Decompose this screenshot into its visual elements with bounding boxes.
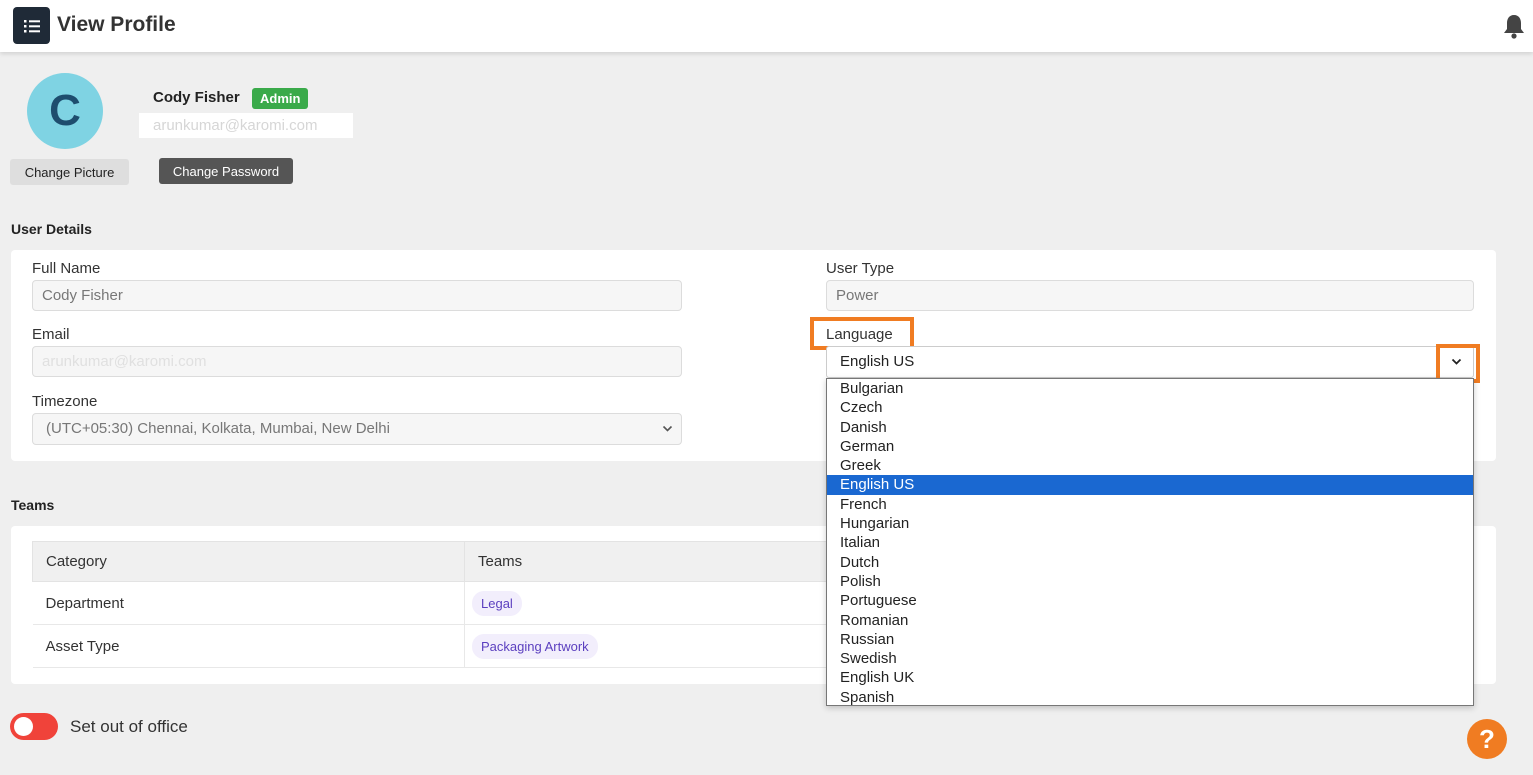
- teams-table: Category Teams Department Legal Asset Ty…: [32, 541, 832, 668]
- language-option[interactable]: Romanian: [827, 611, 1473, 630]
- help-button[interactable]: ?: [1467, 719, 1507, 759]
- language-option-selected[interactable]: English US: [827, 475, 1473, 495]
- user-details-title: User Details: [11, 221, 92, 237]
- category-cell: Asset Type: [32, 624, 465, 668]
- email-field[interactable]: arunkumar@karomi.com: [32, 346, 682, 377]
- language-option[interactable]: Italian: [827, 533, 1473, 552]
- language-select[interactable]: English US: [826, 346, 1474, 378]
- language-option[interactable]: Swedish: [827, 649, 1473, 668]
- top-bar: View Profile: [0, 0, 1533, 52]
- timezone-label: Timezone: [32, 393, 98, 410]
- language-option[interactable]: Portuguese: [827, 591, 1473, 610]
- language-option[interactable]: Greek: [827, 456, 1473, 475]
- role-badge: Admin: [252, 88, 309, 109]
- teams-title: Teams: [11, 497, 55, 513]
- table-row: Asset Type Packaging Artwork: [32, 624, 832, 668]
- user-type-label: User Type: [826, 260, 895, 277]
- menu-button[interactable]: [13, 7, 50, 44]
- out-of-office-label: Set out of office: [70, 717, 188, 736]
- user-type-field[interactable]: Power: [826, 280, 1474, 311]
- language-option[interactable]: Bulgarian: [827, 379, 1473, 398]
- user-name: Cody Fisher: [153, 89, 240, 106]
- language-option[interactable]: Russian: [827, 630, 1473, 649]
- change-password-button[interactable]: Change Password: [159, 158, 293, 184]
- language-option[interactable]: Polish: [827, 572, 1473, 591]
- language-option[interactable]: English UK: [827, 668, 1473, 687]
- bell-icon[interactable]: [1502, 13, 1526, 39]
- timezone-value: (UTC+05:30) Chennai, Kolkata, Mumbai, Ne…: [46, 420, 390, 437]
- language-value: English US: [840, 353, 915, 370]
- column-header-teams: Teams: [464, 541, 832, 582]
- team-chip: Legal: [472, 590, 522, 616]
- language-option[interactable]: French: [827, 495, 1473, 514]
- change-picture-button[interactable]: Change Picture: [10, 159, 129, 185]
- team-chip: Packaging Artwork: [472, 633, 598, 659]
- timezone-select[interactable]: (UTC+05:30) Chennai, Kolkata, Mumbai, Ne…: [32, 413, 682, 445]
- language-option[interactable]: Czech: [827, 398, 1473, 417]
- page-title: View Profile: [57, 13, 176, 36]
- email-label: Email: [32, 326, 70, 343]
- full-name-field[interactable]: Cody Fisher: [32, 280, 682, 311]
- language-option[interactable]: Danish: [827, 418, 1473, 437]
- chevron-down-icon: [662, 425, 673, 432]
- language-option[interactable]: Hungarian: [827, 514, 1473, 533]
- full-name-label: Full Name: [32, 260, 101, 277]
- language-option[interactable]: Spanish: [827, 688, 1473, 707]
- list-icon: [23, 19, 40, 32]
- column-header-category: Category: [32, 541, 465, 582]
- language-dropdown-list: Bulgarian Czech Danish German Greek Engl…: [826, 378, 1474, 706]
- toggle-knob: [14, 717, 33, 736]
- avatar: C: [27, 73, 103, 149]
- category-cell: Department: [32, 581, 465, 625]
- language-option[interactable]: Dutch: [827, 553, 1473, 572]
- language-option[interactable]: German: [827, 437, 1473, 456]
- table-row: Department Legal: [32, 581, 832, 625]
- user-email: arunkumar@karomi.com: [139, 113, 353, 138]
- out-of-office-toggle[interactable]: [10, 713, 58, 740]
